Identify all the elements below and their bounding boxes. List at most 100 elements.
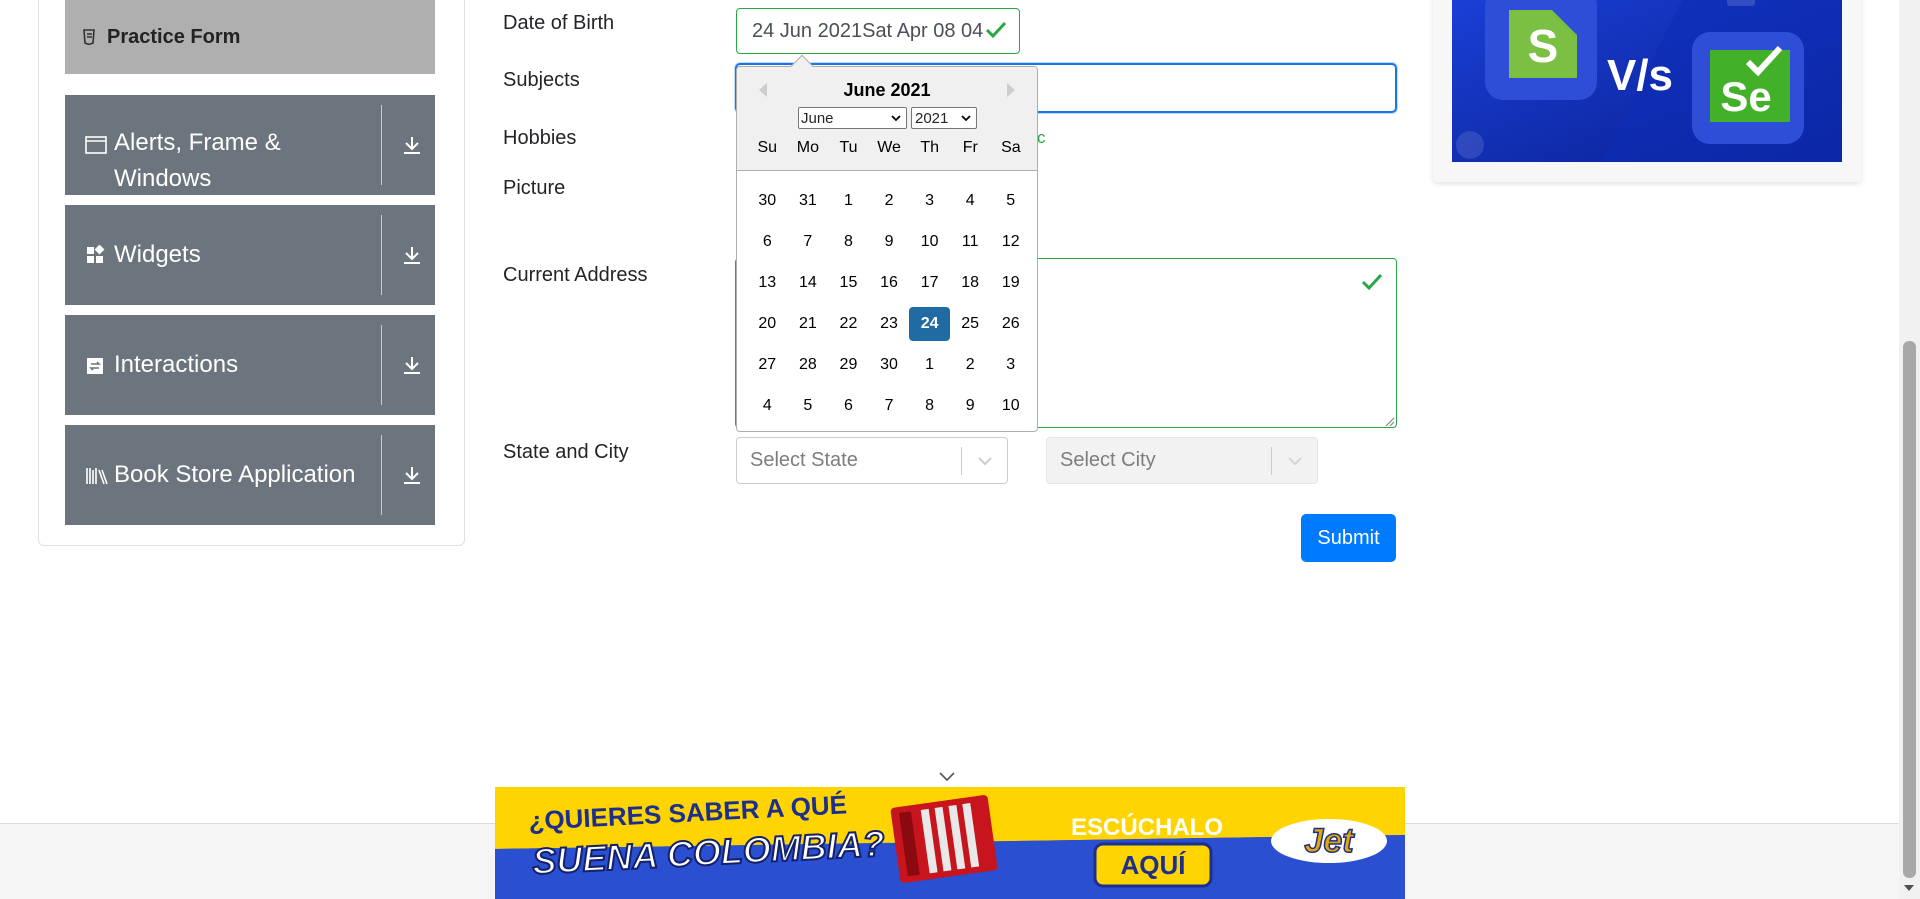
state-select[interactable]: Select State <box>736 437 1008 484</box>
calendar-day[interactable]: 29 <box>828 348 869 382</box>
sidebar-group-alerts-frame-windows[interactable]: Alerts, Frame & Windows <box>65 95 435 195</box>
calendar-day[interactable]: 6 <box>828 389 869 423</box>
calendar-day[interactable]: 20 <box>747 307 788 341</box>
calendar-week-row: 20 21 22 23 24 25 26 <box>747 303 1031 344</box>
calendar-day[interactable]: 6 <box>747 225 788 259</box>
calendar-day[interactable]: 1 <box>909 348 950 382</box>
sidebar-group-label: Interactions <box>114 351 239 378</box>
sidebar-item-label: Practice Form <box>107 25 241 48</box>
calendar-day[interactable]: 7 <box>869 389 910 423</box>
month-select-value: June <box>801 109 834 127</box>
download-arrow-icon[interactable] <box>400 133 424 157</box>
calendar-day[interactable]: 10 <box>909 225 950 259</box>
weekday-label: Tu <box>839 139 858 156</box>
calendar-day[interactable]: 14 <box>788 266 829 300</box>
ad-banner-right[interactable]: S V/s Se <box>1452 0 1842 162</box>
calendar-day[interactable]: 5 <box>788 389 829 423</box>
calendar-day[interactable]: 9 <box>869 225 910 259</box>
calendar-day[interactable]: 1 <box>828 184 869 218</box>
next-month-icon[interactable] <box>1007 83 1015 97</box>
calendar-day[interactable]: 7 <box>788 225 829 259</box>
calendar-day[interactable]: 11 <box>950 225 991 259</box>
sidebar-item-practice-form[interactable]: Practice Form <box>65 0 435 74</box>
ad-cta-line1: ESCÚCHALO <box>1071 813 1223 841</box>
sidebar-group-widgets[interactable]: Widgets <box>65 205 435 305</box>
resize-handle-icon[interactable] <box>1383 414 1395 427</box>
interactions-icon <box>85 356 107 378</box>
collapse-ad-chevron-icon[interactable] <box>937 769 957 783</box>
scroll-down-arrow-icon[interactable] <box>1904 885 1914 891</box>
sidebar-group-interactions[interactable]: Interactions <box>65 315 435 415</box>
calendar-day[interactable]: 3 <box>990 348 1031 382</box>
divider <box>381 105 382 185</box>
ad-vs-text: V/s <box>1607 51 1673 100</box>
calendar-day-selected[interactable]: 24 <box>909 306 950 341</box>
calendar-day[interactable]: 9 <box>950 389 991 423</box>
hobby-option-label[interactable]: c <box>1037 128 1046 148</box>
hobbies-label: Hobbies <box>503 127 577 149</box>
calendar-week-row: 4 5 6 7 8 9 10 <box>747 385 1031 426</box>
ad-cta-line2: AQUÍ <box>1121 850 1187 880</box>
date-of-birth-input[interactable]: 24 Jun 2021Sat Apr 08 04 <box>736 8 1020 54</box>
city-select[interactable]: Select City <box>1046 437 1318 484</box>
current-address-label: Current Address <box>503 264 648 286</box>
calendar-week-row: 6 7 8 9 10 11 12 <box>747 221 1031 262</box>
download-arrow-icon[interactable] <box>400 353 424 377</box>
calendar-day[interactable]: 31 <box>788 184 829 218</box>
datepicker-title: June 2021 <box>843 80 931 100</box>
calendar-day[interactable]: 23 <box>869 307 910 341</box>
calendar-day[interactable]: 28 <box>788 348 829 382</box>
sidebar-group-label-line2: Windows <box>114 165 212 192</box>
year-select-value: 2021 <box>915 109 949 127</box>
calendar-day[interactable]: 18 <box>950 266 991 300</box>
chevron-down-icon[interactable] <box>962 438 1007 483</box>
calendar-day[interactable]: 3 <box>909 184 950 218</box>
calendar-day[interactable]: 4 <box>950 184 991 218</box>
calendar-day[interactable]: 25 <box>950 307 991 341</box>
calendar-day[interactable]: 17 <box>909 266 950 300</box>
valid-check-icon <box>1361 272 1383 292</box>
sidebar-group-book-store[interactable]: Book Store Application <box>65 425 435 525</box>
sidebar-group-label: Widgets <box>114 241 201 268</box>
calendar-day[interactable]: 8 <box>828 225 869 259</box>
sidebar-group-label: Alerts, Frame & <box>114 129 281 156</box>
calendar-day[interactable]: 12 <box>990 225 1031 259</box>
calendar-day[interactable]: 19 <box>990 266 1031 300</box>
year-select[interactable]: 2021 <box>911 107 977 129</box>
state-placeholder: Select State <box>750 449 858 471</box>
weekday-label: Su <box>757 139 778 156</box>
calendar-day[interactable]: 27 <box>747 348 788 382</box>
valid-check-icon <box>985 20 1007 40</box>
calendar-week-row: 13 14 15 16 17 18 19 <box>747 262 1031 303</box>
calendar-day[interactable]: 21 <box>788 307 829 341</box>
calendar-day[interactable]: 16 <box>869 266 910 300</box>
scrollbar-thumb[interactable] <box>1903 341 1916 878</box>
widgets-icon <box>85 244 107 267</box>
ad-left-logo-text: S <box>1528 20 1559 72</box>
calendar-day[interactable]: 8 <box>909 389 950 423</box>
weekday-label: Fr <box>962 139 978 156</box>
submit-button[interactable]: Submit <box>1301 514 1396 562</box>
calendar-day[interactable]: 30 <box>869 348 910 382</box>
calendar-day[interactable]: 2 <box>869 184 910 218</box>
calendar-day[interactable]: 30 <box>747 184 788 218</box>
divider <box>381 325 382 405</box>
calendar-day[interactable]: 15 <box>828 266 869 300</box>
calendar-day[interactable]: 26 <box>990 307 1031 341</box>
weekday-label: We <box>877 139 901 156</box>
download-arrow-icon[interactable] <box>400 463 424 487</box>
download-arrow-icon[interactable] <box>400 243 424 267</box>
calendar-day[interactable]: 4 <box>747 389 788 423</box>
month-select[interactable]: June <box>798 107 907 129</box>
calendar-day[interactable]: 13 <box>747 266 788 300</box>
form-icon <box>83 29 97 46</box>
ad-banner-bottom[interactable]: ¿QUIERES SABER A QUÉ SUENA COLOMBIA? ESC… <box>495 787 1405 899</box>
chevron-down-icon[interactable] <box>1272 438 1317 483</box>
ad-right-logo-text: Se <box>1720 73 1771 120</box>
calendar-day[interactable]: 22 <box>828 307 869 341</box>
calendar-day[interactable]: 5 <box>990 184 1031 218</box>
picture-label: Picture <box>503 177 566 199</box>
calendar-day[interactable]: 10 <box>990 389 1031 423</box>
ad-bottom-artwork: ¿QUIERES SABER A QUÉ SUENA COLOMBIA? ESC… <box>495 787 1405 899</box>
calendar-day[interactable]: 2 <box>950 348 991 382</box>
